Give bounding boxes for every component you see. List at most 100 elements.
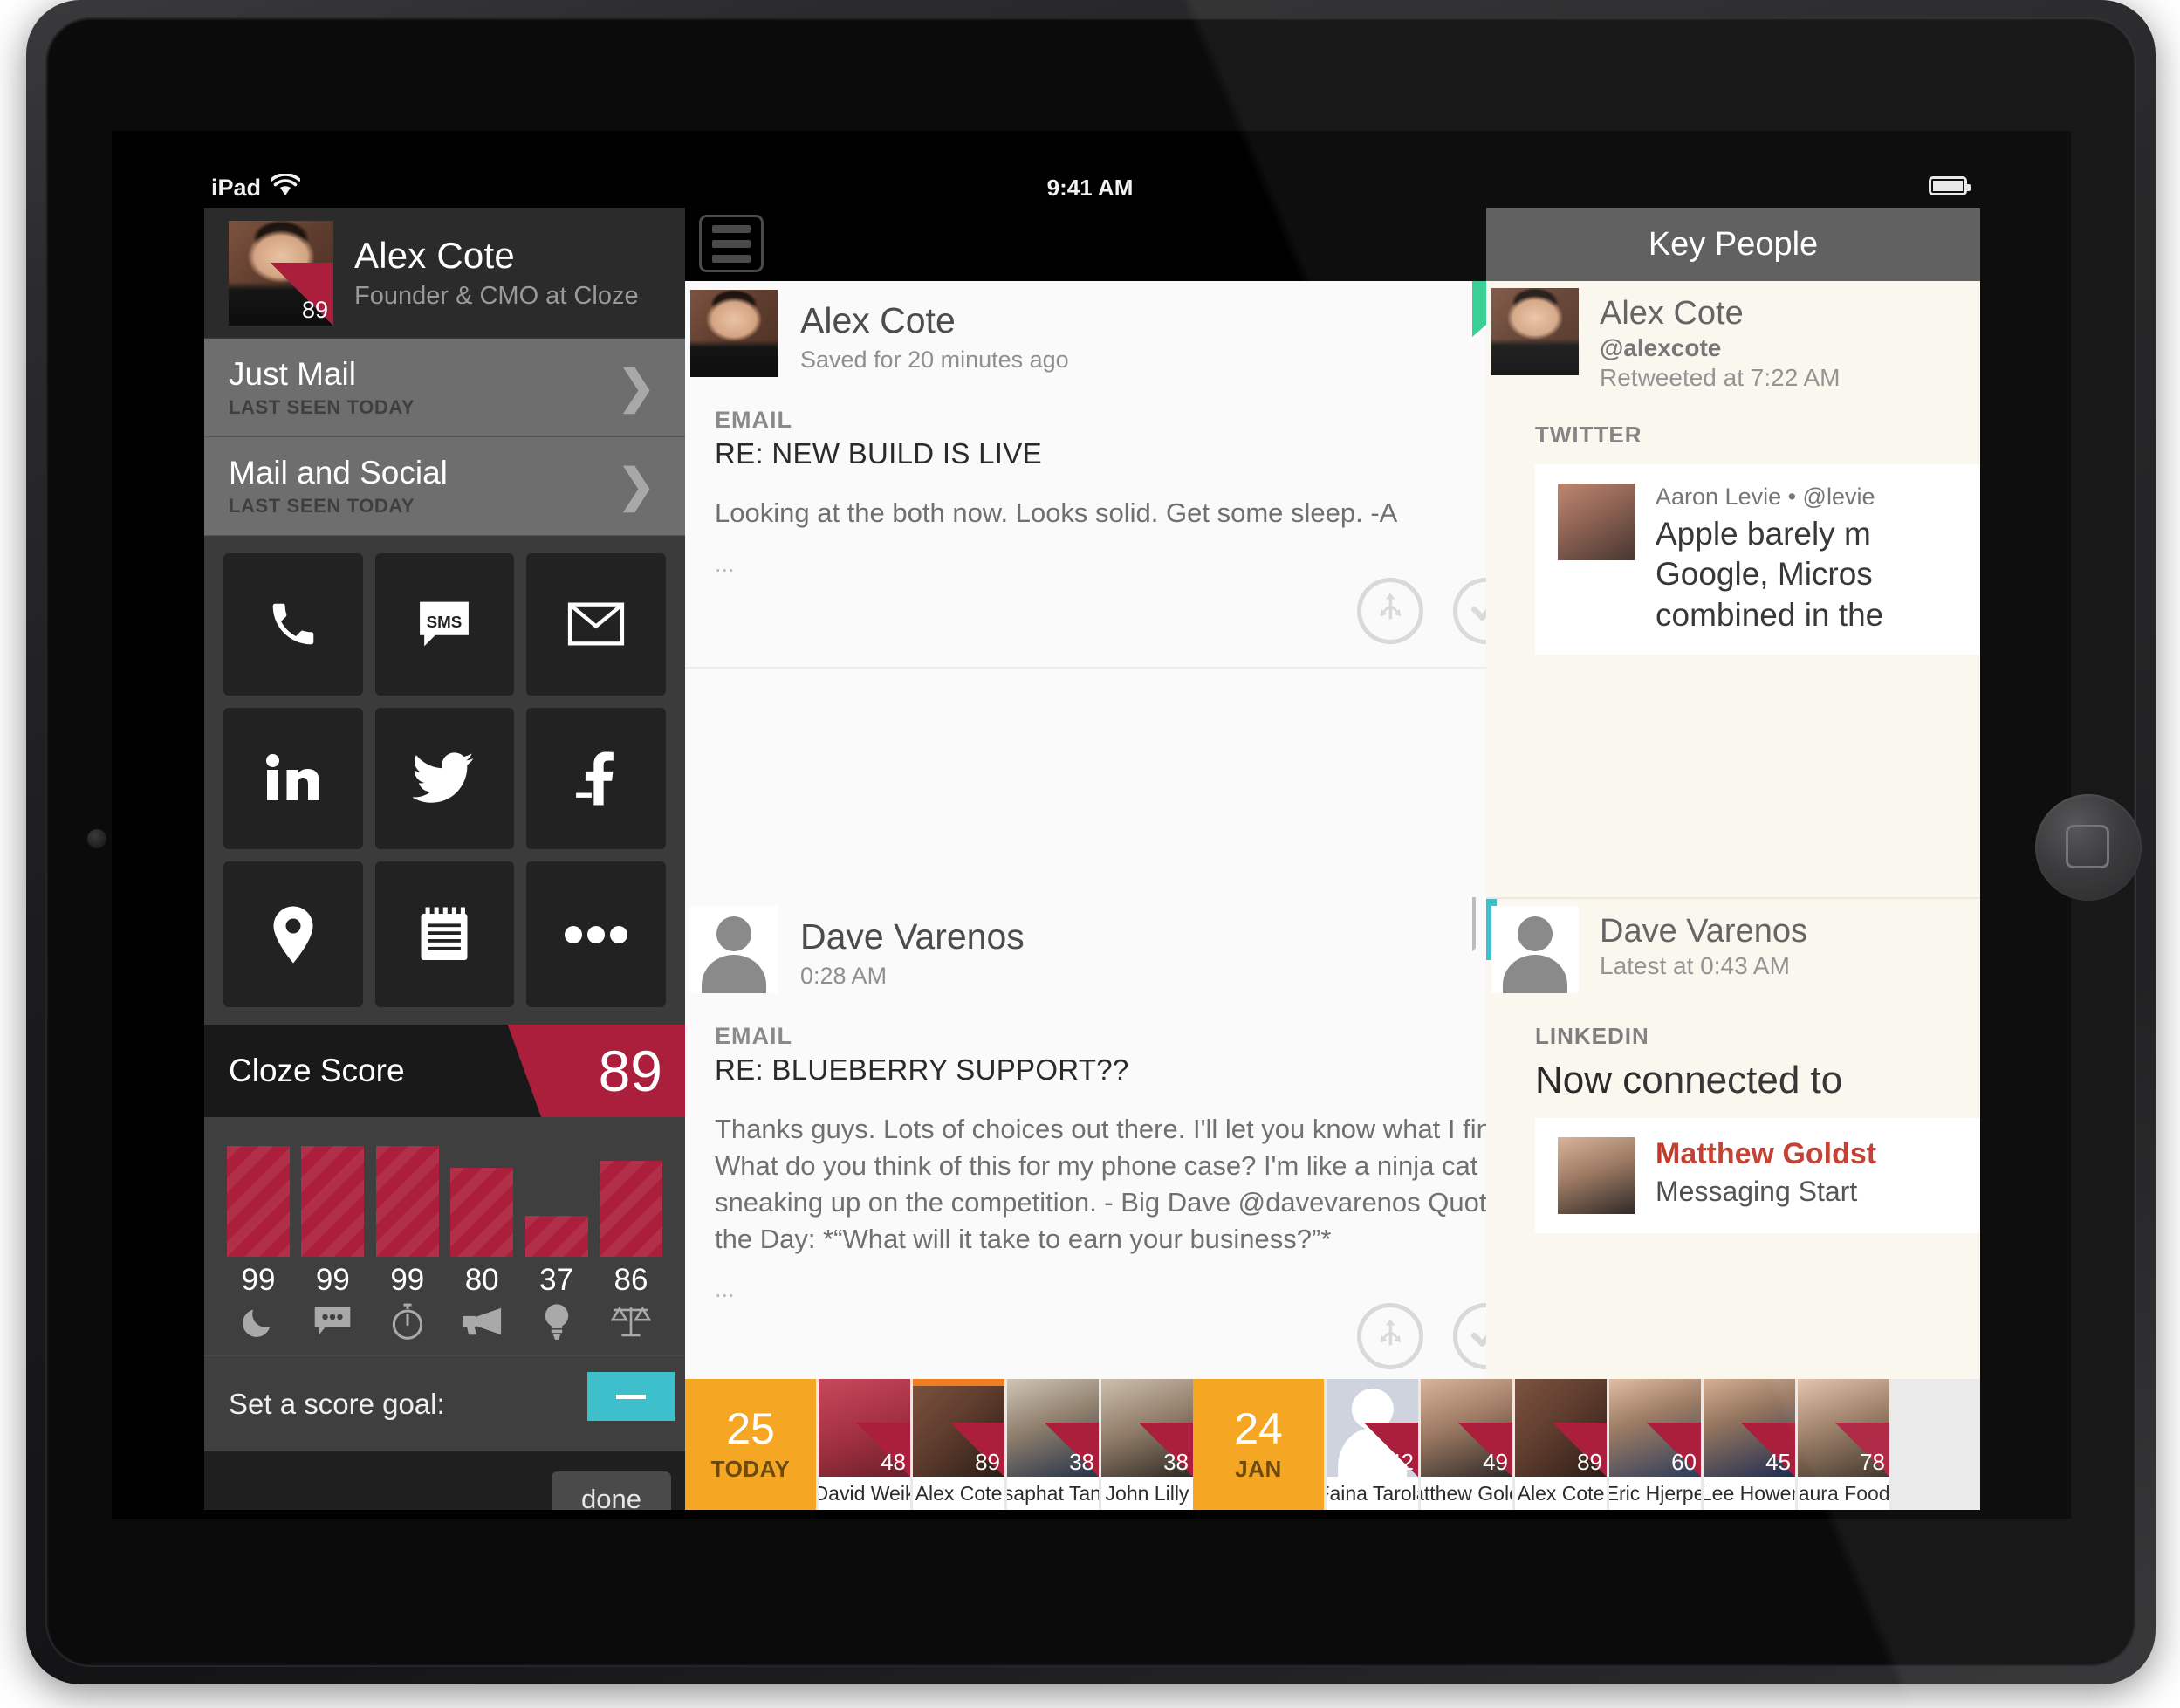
- more-ellipsis-icon: [565, 925, 628, 944]
- card-truncation-ellipsis[interactable]: ...: [715, 1276, 1573, 1303]
- avatar: [690, 906, 778, 993]
- facebook-icon: [572, 751, 620, 806]
- timeline-person[interactable]: 78Laura Foody: [1795, 1379, 1889, 1510]
- hamburger-menu-icon[interactable]: [699, 215, 764, 272]
- sidebar-item-just-mail[interactable]: Just Mail LAST SEEN TODAY ❯: [204, 339, 685, 437]
- more-button[interactable]: [526, 861, 666, 1007]
- card-divider: [685, 666, 1573, 669]
- stopwatch-icon: [390, 1303, 425, 1340]
- left-sidebar: 89 Alex Cote Founder & CMO at Cloze Just…: [204, 208, 685, 1510]
- score-bar: [450, 1168, 514, 1257]
- email-icon: [567, 600, 625, 648]
- avatar: [1491, 906, 1579, 993]
- score-bar-column: 37: [524, 1145, 588, 1340]
- sidebar-item-mail-and-social[interactable]: Mail and Social LAST SEEN TODAY ❯: [204, 437, 685, 536]
- timeline-person[interactable]: 42Faina Tarola: [1324, 1379, 1418, 1510]
- dash-icon: [616, 1394, 646, 1399]
- twitter-button[interactable]: [374, 707, 515, 850]
- score-goal-row[interactable]: Set a score goal:: [204, 1355, 685, 1451]
- score-bar-track: [599, 1145, 662, 1257]
- avatar: 89: [229, 220, 333, 326]
- timeline-person-score: 89: [950, 1423, 1004, 1477]
- card-truncation-ellipsis[interactable]: ...: [715, 551, 1573, 578]
- reroute-icon: [1372, 1316, 1409, 1357]
- page-title: Key People: [1648, 225, 1819, 263]
- timeline-person[interactable]: 60 Eric Hjerpe: [1607, 1379, 1701, 1510]
- done-button[interactable]: done: [552, 1471, 671, 1510]
- scales-icon: [610, 1303, 651, 1340]
- cloze-score-value: 89: [598, 1039, 662, 1103]
- linkedin-icon: [263, 751, 324, 806]
- anonymous-silhouette: [690, 906, 778, 993]
- svg-text:SMS: SMS: [427, 613, 463, 631]
- timeline-person-name: Alex Cote: [913, 1477, 1004, 1510]
- timeline-person[interactable]: 89 Alex Cote: [1512, 1379, 1607, 1510]
- score-goal-toggle[interactable]: [587, 1372, 675, 1421]
- alex-cote-photo: [1491, 288, 1579, 375]
- card-subject: RE: BLUEBERRY SUPPORT??: [715, 1053, 1129, 1086]
- score-bar: [375, 1146, 439, 1257]
- timeline-day-chip[interactable]: 25 TODAY: [685, 1379, 816, 1510]
- twitter-icon: [413, 751, 476, 806]
- david-weik-photo: 48: [819, 1379, 910, 1477]
- profile-header[interactable]: 89 Alex Cote Founder & CMO at Cloze: [204, 208, 685, 339]
- status-bar: iPad 9:41 AM: [199, 166, 1981, 208]
- score-goal-label: Set a score goal:: [229, 1387, 445, 1420]
- card-identity: Dave Varenos 0:28 AM: [800, 906, 1025, 993]
- location-button[interactable]: [223, 861, 363, 1007]
- location-pin-icon: [271, 906, 315, 964]
- reroute-button[interactable]: [1357, 1303, 1423, 1370]
- feed-card[interactable]: Alex Cote Saved for 20 minutes ago EMAIL RE…: [685, 281, 1573, 892]
- timeline-person-name: Lee Hower: [1704, 1477, 1795, 1510]
- kp-identity: Alex Cote @alexcote Retweeted at 7:22 AM: [1600, 288, 1841, 392]
- front-camera: [87, 829, 106, 848]
- notes-button[interactable]: [374, 861, 515, 1007]
- card-body-text: Looking at the both now. Looks solid. Ge…: [715, 497, 1398, 528]
- score-bar-track: [301, 1145, 365, 1257]
- kp-headline: Now connected to: [1535, 1059, 1843, 1101]
- linkedin-connection-card[interactable]: Matthew Goldst Messaging Start: [1535, 1118, 1980, 1233]
- timeline-person[interactable]: 48 David Weik: [816, 1379, 910, 1510]
- timeline-day-label: TODAY: [710, 1455, 791, 1482]
- key-person-card[interactable]: Dave Varenos Latest at 0:43 AM LINKEDIN Now…: [1486, 897, 1980, 1456]
- key-people-header: Key People: [1486, 208, 1980, 281]
- reroute-button[interactable]: [1357, 577, 1423, 644]
- timeline-person[interactable]: 49Matthew Gold...: [1418, 1379, 1512, 1510]
- email-button[interactable]: [526, 553, 666, 696]
- timeline-person-name: Matthew Gold...: [1421, 1477, 1512, 1510]
- activity-feed: Alex Cote Saved for 20 minutes ago EMAIL RE…: [685, 208, 1573, 1510]
- sms-button[interactable]: SMS: [374, 553, 515, 696]
- status-bar-clock: 9:41 AM: [1046, 175, 1134, 201]
- laura-foody-photo: 78: [1798, 1379, 1889, 1477]
- key-person-card[interactable]: Alex Cote @alexcote Retweeted at 7:22 AM TW…: [1486, 281, 1980, 897]
- connection-name[interactable]: Matthew Goldst: [1656, 1137, 1876, 1171]
- phone-button[interactable]: [223, 553, 363, 696]
- card-body-text: Thanks guys. Lots of choices out there. …: [715, 1114, 1532, 1254]
- timeline-person[interactable]: 38 John Lilly: [1099, 1379, 1193, 1510]
- sms-icon: SMS: [415, 597, 473, 651]
- score-bar: [227, 1146, 290, 1257]
- speech-bubble-icon: [313, 1303, 352, 1340]
- kp-name: Alex Cote: [1600, 295, 1744, 332]
- timeline-person-score: 60: [1647, 1423, 1701, 1477]
- feed-card[interactable]: Dave Varenos0:28 AM2EMAILRE: BLUEBERRY S…: [685, 897, 1573, 1393]
- timeline-person[interactable]: 89 Alex Cote: [910, 1379, 1004, 1510]
- people-timeline[interactable]: 25TODAY48David Weik89Alex Cote38Josaphat…: [685, 1379, 1980, 1510]
- linkedin-button[interactable]: [223, 707, 363, 850]
- lee-hower-photo: 45: [1704, 1379, 1795, 1477]
- timeline-person[interactable]: 38Josaphat Tango: [1004, 1379, 1099, 1510]
- timeline-person-name: Faina Tarola: [1327, 1477, 1418, 1510]
- timeline-person[interactable]: 45 Lee Hower: [1701, 1379, 1795, 1510]
- anonymous-silhouette: [1491, 906, 1579, 993]
- chevron-right-icon: ❯: [617, 362, 655, 413]
- cloze-score-label: Cloze Score: [229, 1053, 405, 1088]
- facebook-button[interactable]: [526, 707, 666, 850]
- timeline-person-score: 38: [1045, 1423, 1099, 1477]
- matthew-goldstein-photo: [1558, 1137, 1635, 1214]
- tweet-text-line: Google, Micros: [1656, 556, 1873, 593]
- timeline-day-chip[interactable]: 24 JAN: [1193, 1379, 1324, 1510]
- tweet-card[interactable]: Aaron Levie • @levie Apple barely m Google…: [1535, 464, 1980, 655]
- score-bar: [524, 1216, 588, 1257]
- score-bar-track: [227, 1145, 290, 1257]
- score-bar-column: 86: [599, 1145, 662, 1340]
